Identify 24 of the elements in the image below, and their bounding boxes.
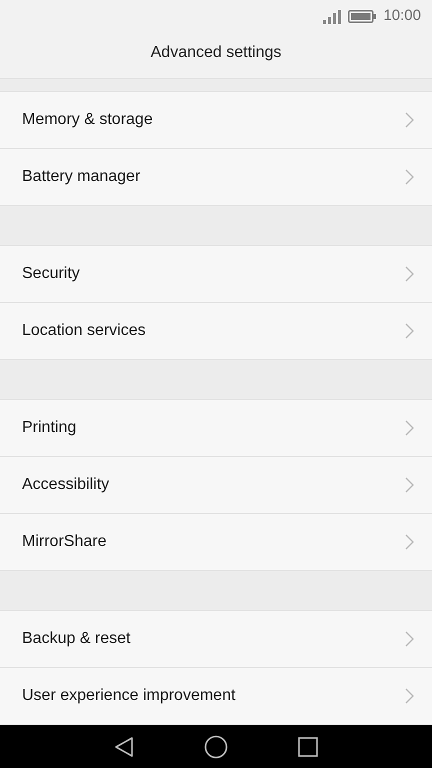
settings-item[interactable]: Backup & reset [0,611,432,668]
settings-item[interactable]: Printing [0,400,432,457]
signal-icon [323,10,342,24]
settings-item[interactable]: Accessibility [0,457,432,514]
home-icon[interactable] [204,734,228,758]
recent-apps-icon[interactable] [298,736,318,756]
settings-item[interactable]: Location services [0,303,432,360]
chevron-right-icon [405,169,414,185]
battery-icon [348,10,376,23]
settings-item[interactable]: Battery manager [0,149,432,206]
settings-item[interactable]: Security [0,246,432,303]
chevron-right-icon [405,688,414,704]
chevron-right-icon [405,266,414,282]
chevron-right-icon [405,477,414,493]
chevron-right-icon [405,420,414,436]
settings-item[interactable]: Memory & storage [0,92,432,149]
chevron-right-icon [405,323,414,339]
chevron-right-icon [405,112,414,128]
chevron-right-icon [405,534,414,550]
status-time: 10:00 [383,6,421,26]
settings-item[interactable]: MirrorShare [0,514,432,571]
screen-title: Advanced settings [150,42,282,62]
chevron-right-icon [405,631,414,647]
back-icon[interactable] [114,736,134,758]
